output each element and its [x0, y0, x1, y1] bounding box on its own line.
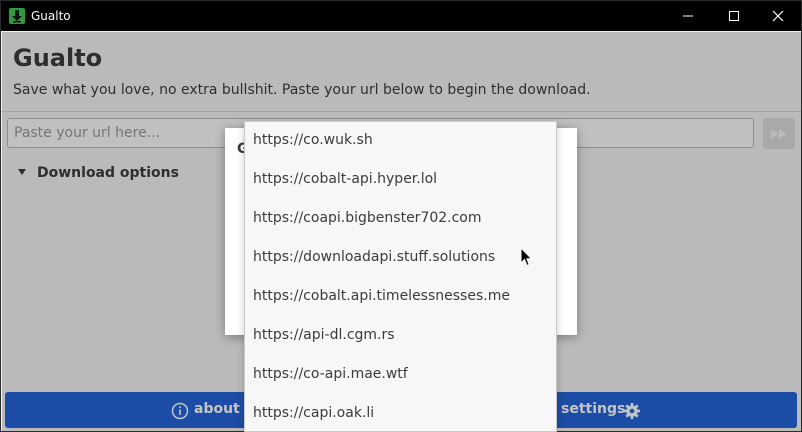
dropdown-item[interactable]: https://cobalt-api.hyper.lol [253, 171, 437, 187]
window-title: Gualto [31, 9, 71, 23]
dropdown-item[interactable]: https://downloadapi.stuff.solutions [253, 249, 495, 265]
dropdown-item[interactable]: https://coapi.bigbenster702.com [253, 210, 482, 226]
minimize-icon [683, 15, 693, 17]
maximize-button[interactable] [711, 1, 757, 31]
close-button[interactable] [755, 1, 801, 31]
maximize-icon [729, 11, 739, 21]
app-download-icon [9, 8, 25, 24]
title-bar[interactable]: Gualto [1, 1, 801, 31]
minimize-button[interactable] [665, 1, 711, 31]
dropdown-item[interactable]: https://cobalt.api.timelessnesses.me [253, 288, 510, 304]
dropdown-item[interactable]: https://capi.oak.li [253, 405, 374, 421]
api-server-dropdown: https://co.wuk.sh https://cobalt-api.hyp… [244, 121, 557, 432]
mouse-cursor-icon [520, 247, 533, 267]
dropdown-item[interactable]: https://co.wuk.sh [253, 132, 373, 148]
dropdown-item[interactable]: https://api-dl.cgm.rs [253, 327, 395, 343]
dropdown-item[interactable]: https://co-api.mae.wtf [253, 366, 408, 382]
close-icon [772, 10, 784, 22]
